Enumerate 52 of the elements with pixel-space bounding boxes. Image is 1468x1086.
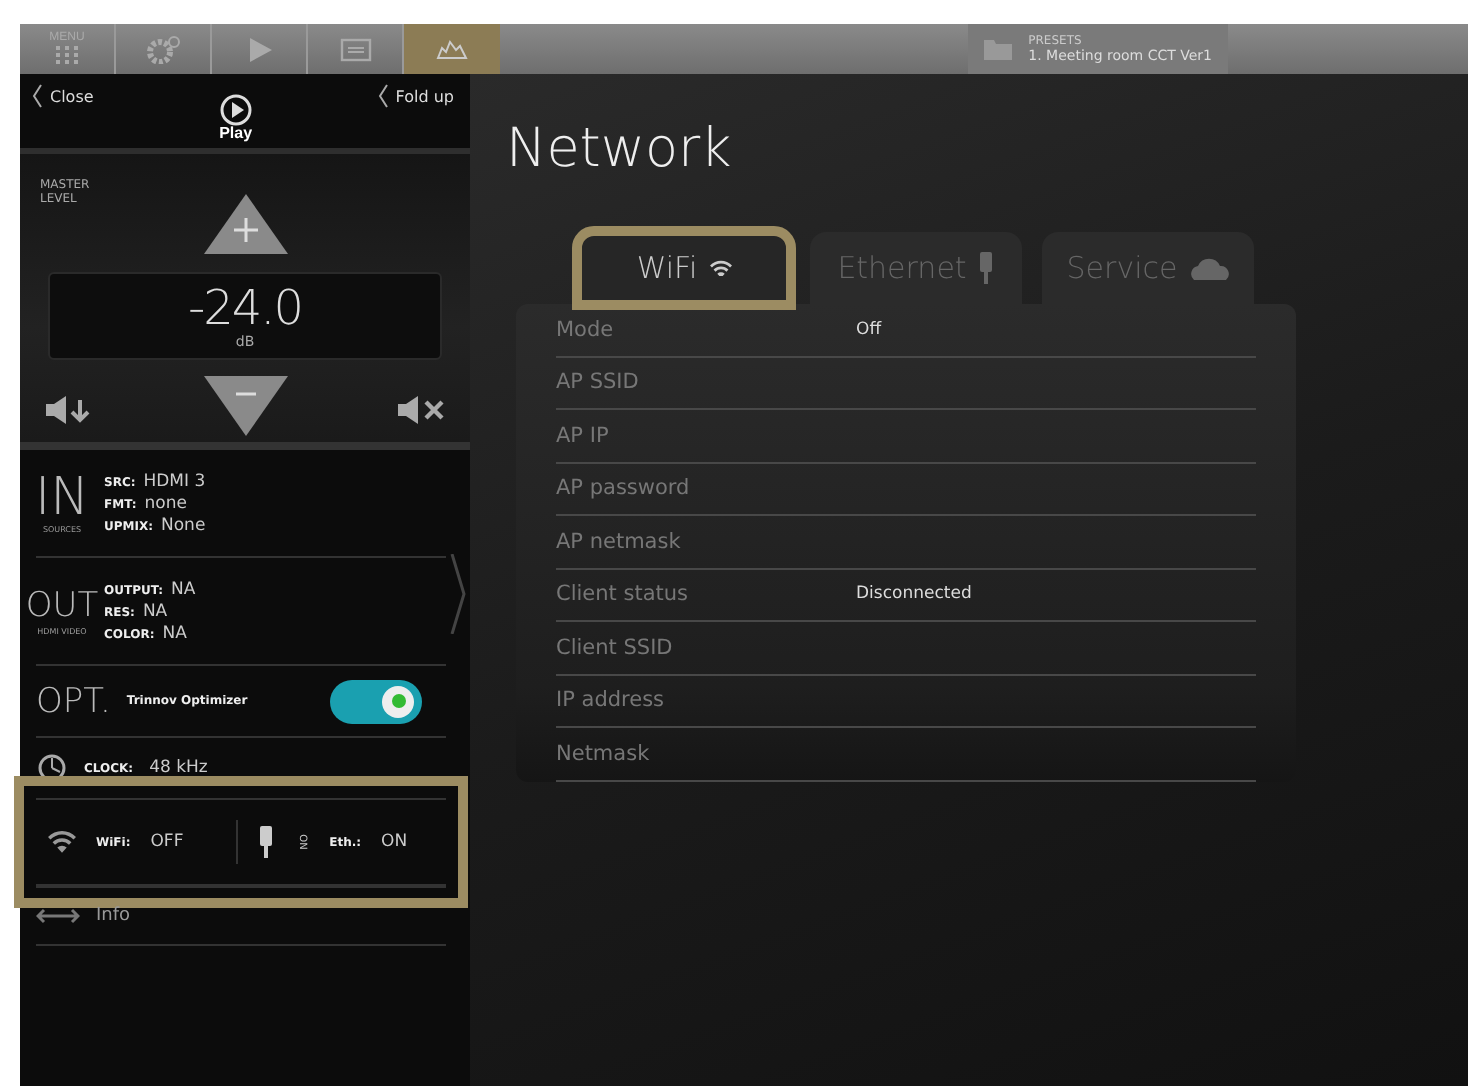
level-value: -24.0 xyxy=(187,282,303,334)
folder-icon xyxy=(984,38,1013,60)
setting-label: AP IP xyxy=(556,423,611,448)
fold-up-link[interactable]: Fold up xyxy=(377,84,454,108)
field-value: NA xyxy=(142,601,168,621)
chevron-left-icon xyxy=(32,84,42,108)
chevron-left-icon xyxy=(377,84,388,108)
plus-triangle-icon xyxy=(203,194,287,254)
section-title: OPT. xyxy=(36,681,111,721)
toolbar-tab[interactable] xyxy=(404,24,500,74)
field-value: OFF xyxy=(150,832,184,852)
minus-triangle-icon xyxy=(203,376,287,436)
chevron-right-icon xyxy=(450,554,466,634)
setting-label: IP address xyxy=(556,688,667,713)
field-value: 48 kHz xyxy=(149,758,208,778)
field-value: NA xyxy=(162,623,187,643)
screen-icon xyxy=(339,37,371,61)
field-value: none xyxy=(144,493,187,513)
setting-label: Client SSID xyxy=(556,635,675,660)
play-icon xyxy=(247,37,271,61)
play-icon xyxy=(219,94,252,126)
setting-label: AP netmask xyxy=(556,529,683,554)
close-link[interactable]: Close xyxy=(32,84,94,108)
field-value: None xyxy=(161,515,206,535)
section-title: IN xyxy=(34,472,90,524)
plug-icon xyxy=(257,826,274,858)
volume-down-button[interactable] xyxy=(45,393,93,425)
setting-label: AP SSID xyxy=(556,370,641,395)
field-value: NA xyxy=(171,579,196,599)
wifi-icon xyxy=(709,259,732,277)
page-title: Network xyxy=(506,118,734,180)
setting-label: AP password xyxy=(556,476,692,501)
speaker-down-icon xyxy=(45,393,93,425)
mute-button[interactable] xyxy=(397,393,445,425)
field-value: ON xyxy=(381,832,408,852)
volume-up-button[interactable] xyxy=(203,194,287,260)
gear-icon xyxy=(145,35,181,63)
wifi-icon xyxy=(48,830,76,854)
setting-label: Netmask xyxy=(556,741,652,766)
setting-value: Disconnected xyxy=(856,584,972,605)
info-label[interactable]: Info xyxy=(96,906,131,926)
section-title: OUT xyxy=(25,586,99,626)
toggle-switch[interactable] xyxy=(330,679,422,723)
setting-label: Mode xyxy=(556,317,616,342)
tab[interactable]: WiFi xyxy=(578,232,790,304)
play-button[interactable]: Play xyxy=(219,94,253,142)
field-value: HDMI 3 xyxy=(143,471,206,491)
plug-icon xyxy=(978,252,995,284)
setting-value: Off xyxy=(856,319,882,340)
grid-icon xyxy=(55,46,79,66)
mute-icon xyxy=(397,393,445,425)
setting-label: Client status xyxy=(556,582,690,607)
